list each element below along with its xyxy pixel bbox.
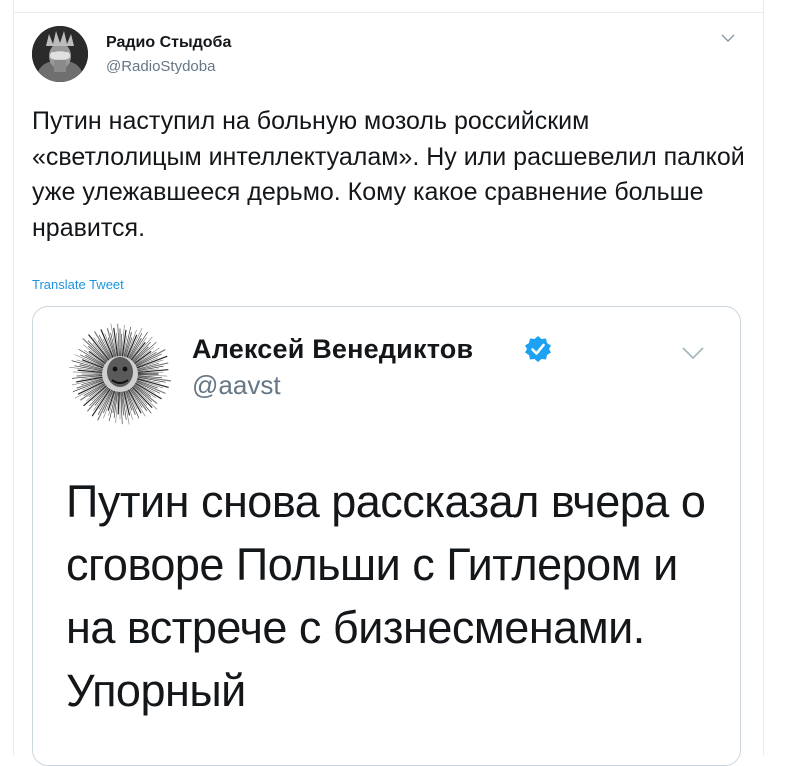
chevron-down-icon [682,347,704,360]
timeline-border-right [763,0,764,755]
tweet-menu-button[interactable] [720,31,736,43]
quoted-author-avatar[interactable] [66,320,174,428]
author-handle[interactable]: @RadioStydoba [106,58,215,75]
translate-tweet-link[interactable]: Translate Tweet [32,277,124,292]
fuzzy-portrait-icon [69,323,172,425]
verified-badge-icon [524,335,552,363]
tweet-text: Путин наступил на больную мозоль российс… [32,107,745,242]
chevron-down-icon [721,34,735,42]
statue-of-liberty-icon [32,26,88,82]
quoted-author-handle[interactable]: @aavst [192,370,281,401]
author-avatar[interactable] [32,26,88,82]
timeline-border-top [13,12,764,13]
quoted-author-name[interactable]: Алексей Венедиктов [192,334,473,365]
quoted-tweet-menu-button[interactable] [680,345,706,361]
timeline-border-left [13,0,14,755]
quoted-tweet-text: Путин снова рассказал вчера о сговоре По… [66,476,706,716]
author-name[interactable]: Радио Стыдоба [106,34,231,52]
